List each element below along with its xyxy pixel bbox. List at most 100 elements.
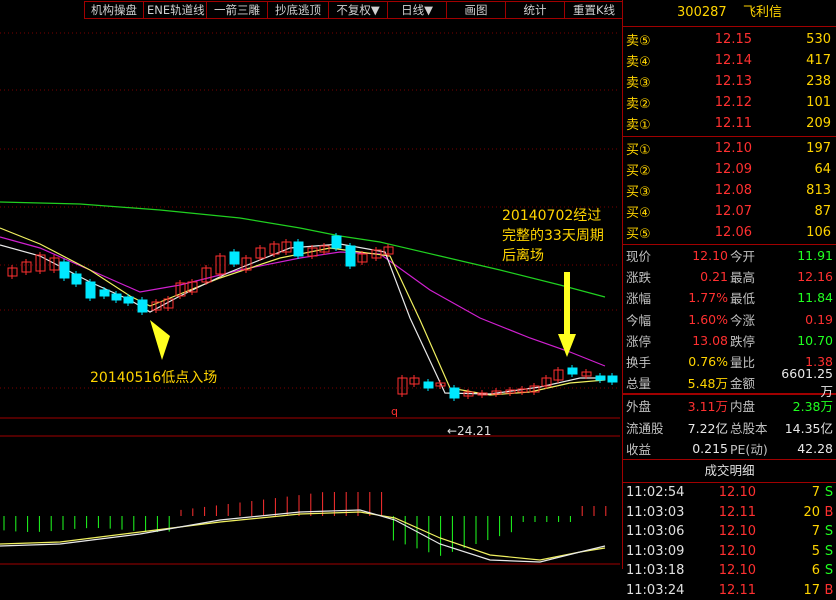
ask-price: 12.11 [714, 116, 752, 131]
bid-row[interactable]: 买③ 12.08 813 [623, 180, 836, 201]
trade-price: 12.10 [718, 524, 756, 540]
toolbar-button-reset[interactable]: 重置K线 [564, 1, 624, 19]
bid-label: 买① [626, 143, 651, 158]
stat-label: 流通股 [626, 420, 664, 436]
stat-label: 今开 [730, 249, 756, 265]
ask-volume: 238 [806, 74, 831, 89]
bid-row[interactable]: 买① 12.10 197 [623, 138, 836, 159]
bid-price: 12.06 [714, 225, 752, 240]
stat-label: 今幅 [626, 312, 652, 328]
q-marker: q [391, 405, 398, 418]
stat-value: 2.38万 [792, 399, 833, 415]
ask-row[interactable]: 卖① 12.11 209 [623, 113, 836, 134]
candle-body [137, 299, 148, 313]
bid-volume: 87 [814, 204, 831, 219]
toolbar-button-period[interactable]: 日线▼ [387, 1, 447, 19]
toolbar-button-draw[interactable]: 画图 [446, 1, 506, 19]
ask-volume: 530 [806, 32, 831, 47]
trade-volume: 5 [811, 543, 820, 559]
toolbar-button-chaodi[interactable]: 抄底逃顶 [267, 1, 329, 19]
stat-row: 现价 12.10 今开 11.91 [623, 245, 836, 266]
stat-value: 11.84 [797, 290, 833, 306]
stat-label: 最低 [730, 291, 756, 307]
stat-value: 14.35亿 [784, 420, 833, 436]
ask-price: 12.13 [714, 74, 752, 89]
candle-body [293, 241, 304, 257]
ask-volume: 417 [806, 53, 831, 68]
stat-value: 42.28 [797, 440, 833, 456]
bid-price: 12.07 [714, 204, 752, 219]
stat-label: 换手 [626, 355, 652, 371]
trade-time: 11:03:24 [626, 582, 685, 598]
bid-row[interactable]: 买④ 12.07 87 [623, 201, 836, 222]
ask-row[interactable]: 卖② 12.12 101 [623, 92, 836, 113]
bid-volume: 64 [814, 162, 831, 177]
candle-body [595, 375, 606, 381]
ask-price: 12.12 [714, 95, 752, 110]
trade-row: 11:03:24 12.11 17 B [623, 580, 836, 600]
stat-label: 总股本 [730, 420, 768, 436]
stat-value: 1.60% [688, 311, 728, 327]
stat-value: 6601.25万 [781, 365, 833, 399]
stock-code: 300287 [677, 5, 727, 20]
entry-arrow-icon [150, 320, 170, 360]
stat-label: 今涨 [730, 312, 756, 328]
bid-row[interactable]: 买⑤ 12.06 106 [623, 222, 836, 243]
stat-row: 收益 0.215 PE(动) 42.28 [623, 438, 836, 459]
stat-value: 0.21 [700, 269, 728, 285]
candle-body [423, 381, 434, 389]
trade-volume: 7 [811, 485, 820, 501]
stat-value: 1.77% [688, 290, 728, 306]
stat-value: 11.91 [797, 248, 833, 264]
stat-row: 涨停 13.08 跌停 10.70 [623, 330, 836, 351]
kline-chart[interactable] [0, 0, 622, 569]
toolbar-button-yijian[interactable]: 一箭三雕 [206, 1, 268, 19]
bid-label: 买⑤ [626, 227, 651, 242]
trade-side: S [824, 563, 834, 579]
candle-body [229, 251, 240, 265]
candle-body [567, 367, 578, 375]
bid-label: 买③ [626, 185, 651, 200]
ask-label: 卖③ [626, 76, 651, 91]
chart-toolbar: 机构操盘 ENE轨道线 一箭三雕 抄底逃顶 不复权▼ 日线▼ 画图 统计 重置K… [84, 1, 624, 19]
stat-label: 涨停 [626, 333, 652, 349]
stat-value: 3.11万 [687, 399, 728, 415]
stat-row: 涨跌 0.21 最高 12.16 [623, 266, 836, 287]
toolbar-button-fuquan[interactable]: 不复权▼ [328, 1, 388, 19]
toolbar-button-stats[interactable]: 统计 [505, 1, 565, 19]
ask-row[interactable]: 卖⑤ 12.15 530 [623, 29, 836, 50]
trade-volume: 7 [811, 524, 820, 540]
candle-body [345, 245, 356, 267]
bid-price: 12.09 [714, 162, 752, 177]
ask-row[interactable]: 卖④ 12.14 417 [623, 50, 836, 71]
ask-levels: 卖⑤ 12.15 530 卖④ 12.14 417 卖③ 12.13 238 卖② 12.12 101… [623, 27, 836, 137]
stat-row: 总量 5.48万 金额 6601.25万 [623, 366, 836, 399]
stat-label: 涨幅 [626, 291, 652, 307]
toolbar-button-jigou[interactable]: 机构操盘 [84, 1, 144, 19]
ask-price: 12.14 [714, 53, 752, 68]
trade-time: 11:03:06 [626, 524, 685, 540]
trade-price: 12.10 [718, 563, 756, 579]
kline-chart-area[interactable]: 机构操盘 ENE轨道线 一箭三雕 抄底逃顶 不复权▼ 日线▼ 画图 统计 重置K… [0, 0, 624, 569]
trade-side: B [824, 504, 834, 520]
toolbar-button-ene[interactable]: ENE轨道线 [143, 1, 207, 19]
bid-levels: 买① 12.10 197 买② 12.09 64 买③ 12.08 813 买④ 12.07 87 买⑤… [623, 137, 836, 245]
candle-body [449, 387, 460, 399]
bid-volume: 813 [806, 183, 831, 198]
stat-row: 涨幅 1.77% 最低 11.84 [623, 287, 836, 308]
trade-detail-title[interactable]: 成交明细 [623, 458, 836, 483]
candle-body [99, 289, 110, 297]
stat-row: 外盘 3.11万 内盘 2.38万 [623, 394, 836, 416]
trade-detail-list: 11:02:54 12.10 7 S 11:03:03 12.11 20 B 11:03:06 1… [623, 483, 836, 600]
ask-volume: 101 [806, 95, 831, 110]
stat-label: 收益 [626, 441, 652, 457]
candle-body [85, 281, 96, 299]
ask-row[interactable]: 卖③ 12.13 238 [623, 71, 836, 92]
bid-row[interactable]: 买② 12.09 64 [623, 159, 836, 180]
trade-row: 11:03:09 12.10 5 S [623, 541, 836, 561]
stat-value: 12.16 [797, 269, 833, 285]
trade-time: 11:03:09 [626, 543, 685, 559]
quote-stats: 现价 12.10 今开 11.91 涨跌 0.21 最高 12.16 涨幅 1.77% 最低 11.8… [623, 245, 836, 459]
bid-label: 买② [626, 164, 651, 179]
trade-side: S [824, 524, 834, 540]
